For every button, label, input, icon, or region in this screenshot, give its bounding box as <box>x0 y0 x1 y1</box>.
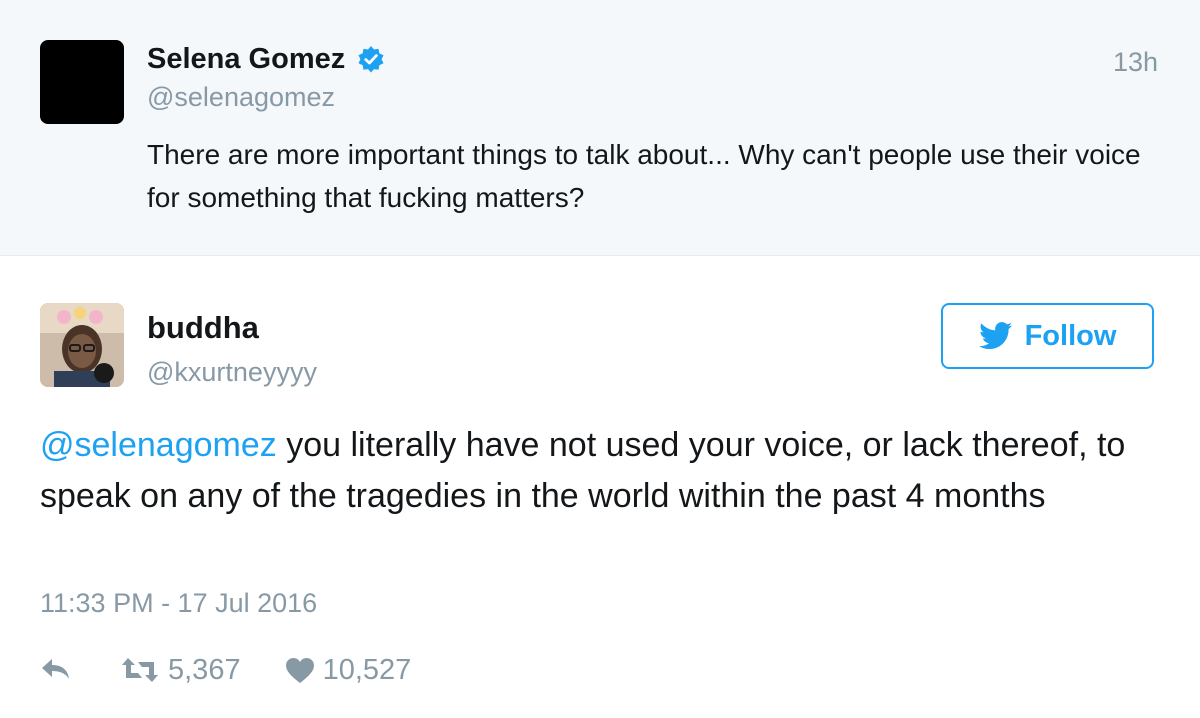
main-tweet-text: @selenagomez you literally have not used… <box>40 420 1170 522</box>
like-count: 10,527 <box>322 653 412 686</box>
mention-link[interactable]: @selenagomez <box>40 426 277 464</box>
main-author-handle[interactable]: @kxurtneyyyy <box>147 354 317 390</box>
reply-icon <box>40 657 72 683</box>
main-author-name[interactable]: buddha <box>147 308 259 348</box>
main-timestamp[interactable]: 11:33 PM - 17 Jul 2016 <box>40 583 317 623</box>
like-button[interactable]: 10,527 <box>285 653 412 687</box>
tweet-embed: Selena Gomez @selenagomez 13h There are … <box>0 0 1200 718</box>
parent-author-row: Selena Gomez <box>147 40 385 78</box>
parent-author-name[interactable]: Selena Gomez <box>147 40 345 78</box>
retweet-button[interactable]: 5,367 <box>120 654 241 687</box>
main-avatar[interactable] <box>40 303 124 387</box>
parent-tweet: Selena Gomez @selenagomez 13h There are … <box>0 0 1200 256</box>
reply-button[interactable] <box>40 657 72 683</box>
parent-avatar[interactable] <box>40 40 124 124</box>
twitter-bird-icon <box>978 322 1013 350</box>
tweet-actions: 5,367 10,527 <box>40 648 411 692</box>
parent-tweet-text: There are more important things to talk … <box>147 139 1141 213</box>
verified-badge-icon <box>357 45 385 73</box>
parent-timestamp[interactable]: 13h <box>1113 44 1158 80</box>
retweet-icon <box>120 656 160 684</box>
heart-icon <box>285 657 315 684</box>
parent-author-handle[interactable]: @selenagomez <box>147 79 335 115</box>
follow-button-label: Follow <box>1024 319 1117 352</box>
follow-button[interactable]: Follow <box>941 303 1154 369</box>
retweet-count: 5,367 <box>168 653 241 686</box>
